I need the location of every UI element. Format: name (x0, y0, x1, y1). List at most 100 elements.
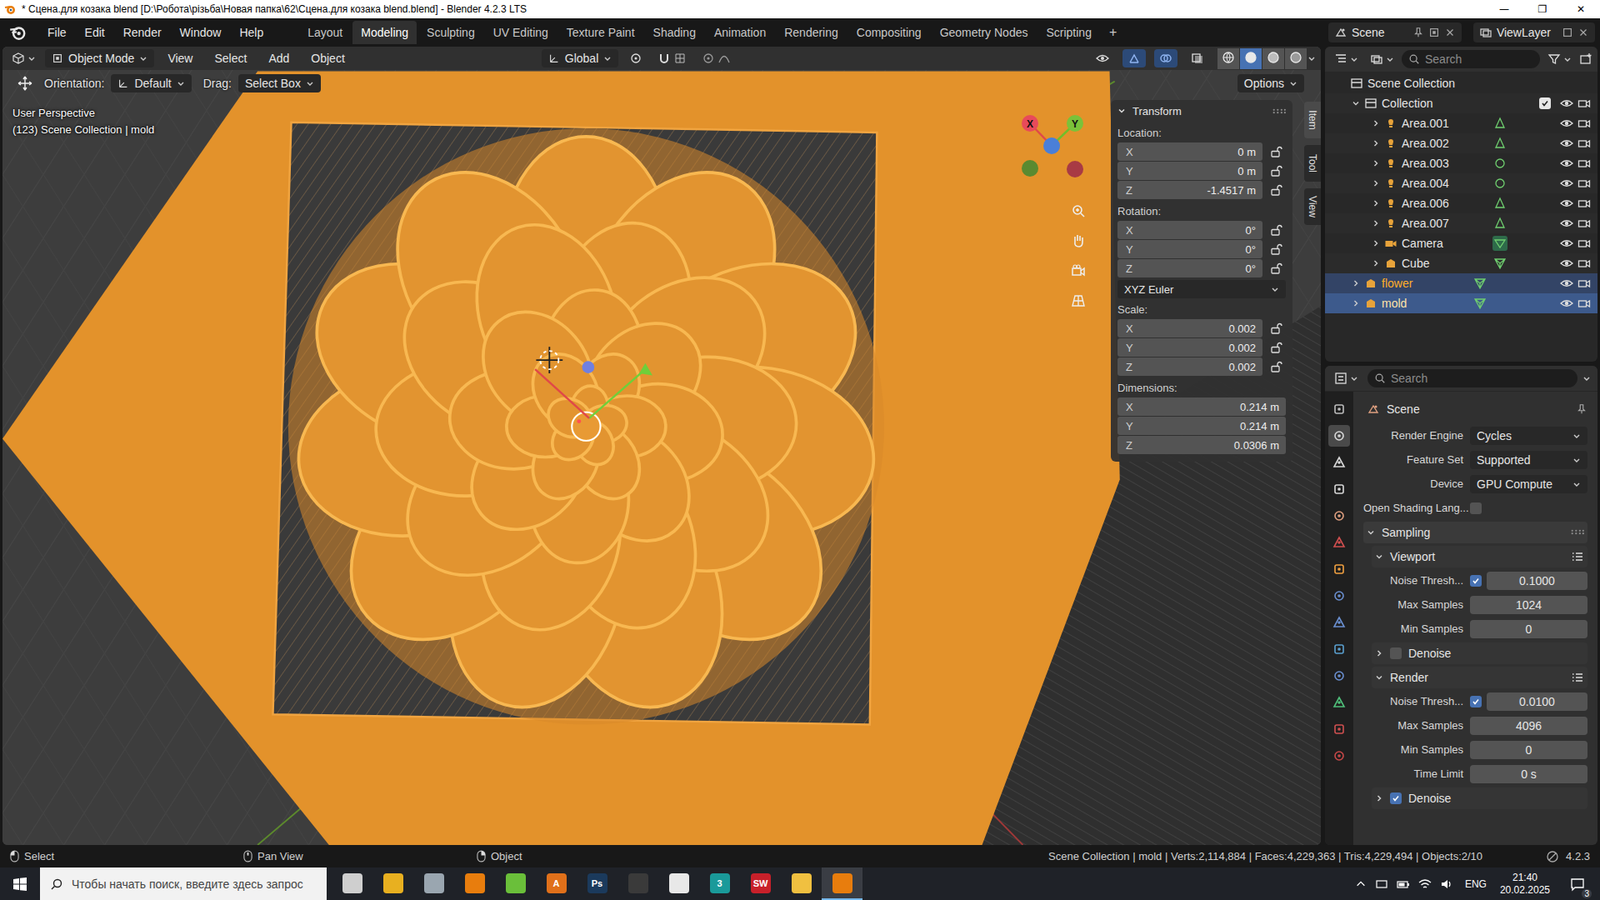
transform-number-field[interactable]: Y0 m (1117, 161, 1263, 180)
object-name[interactable]: Area.001 (1401, 116, 1485, 130)
object-name[interactable]: Area.002 (1401, 136, 1485, 150)
viewport-toggle-button[interactable] (1090, 49, 1115, 68)
eye-icon[interactable] (1560, 156, 1574, 170)
outliner-object-row[interactable]: Camera (1325, 233, 1598, 254)
transform-number-field[interactable]: X0.002 (1117, 319, 1263, 338)
object-data-icon[interactable] (1492, 135, 1508, 151)
panel-header[interactable]: Render (1371, 666, 1588, 689)
property-dropdown[interactable]: Cycles (1470, 426, 1588, 445)
eye-icon[interactable] (1560, 116, 1574, 130)
transform-number-field[interactable]: Y0° (1117, 240, 1263, 259)
dropdown-value[interactable]: GPU Compute (1476, 477, 1553, 491)
eye-icon[interactable] (1560, 136, 1574, 150)
object-data-icon[interactable] (1492, 155, 1508, 171)
sidebar-tab[interactable]: Item (1304, 101, 1321, 139)
unlocked-icon[interactable] (1269, 164, 1283, 178)
taskbar-app[interactable] (780, 867, 822, 900)
taskbar-app[interactable]: SW (740, 867, 781, 900)
property-number-field[interactable]: 4096 (1470, 716, 1588, 735)
property-number-field[interactable]: 0.0100 (1486, 692, 1588, 711)
scene-name[interactable]: Scene (1351, 25, 1409, 40)
drag-value[interactable]: Select Box (245, 76, 301, 90)
orientation-dropdown[interactable]: Default (110, 74, 191, 93)
workspace-tab[interactable]: Scripting (1037, 20, 1100, 45)
search-placeholder[interactable]: Search (1425, 52, 1462, 66)
transform-number-field[interactable]: X0 m (1117, 142, 1263, 161)
taskbar-app[interactable] (658, 867, 700, 900)
field-value[interactable]: 0.002 (1228, 322, 1256, 335)
expand-arrow-icon[interactable] (1371, 219, 1380, 228)
transform-panel-header[interactable]: Transform (1117, 100, 1286, 122)
drag-handle-icon[interactable] (1570, 529, 1585, 535)
presets-icon[interactable] (1570, 550, 1585, 564)
menu-item[interactable]: Edit (77, 22, 113, 43)
workspace-tab[interactable]: Texture Paint (558, 20, 644, 45)
eye-icon[interactable] (1560, 96, 1574, 110)
properties-tab[interactable] (1328, 558, 1350, 580)
object-name[interactable]: Cube (1401, 256, 1485, 270)
taskbar-app[interactable] (454, 867, 495, 900)
property-number-field[interactable]: 0 s (1470, 765, 1588, 784)
orientation-value[interactable]: Default (134, 76, 171, 90)
viewport-menu-item[interactable]: View (159, 49, 201, 68)
field-value[interactable]: 0.002 (1228, 341, 1256, 355)
property-dropdown[interactable]: Supported (1470, 450, 1588, 470)
outliner-object-row[interactable]: Area.003 (1325, 153, 1598, 174)
properties-tab[interactable] (1328, 531, 1350, 554)
start-button[interactable] (0, 867, 40, 900)
zoom-button[interactable] (1065, 198, 1091, 224)
viewport-menu-item[interactable]: Add (260, 49, 298, 68)
workspace-tab[interactable]: Rendering (775, 20, 847, 45)
panel-checkbox[interactable] (1390, 647, 1402, 660)
object-mode-dropdown[interactable]: Object Mode (45, 49, 155, 68)
wifi-icon[interactable] (1418, 877, 1432, 891)
editor-type-button[interactable] (1330, 50, 1363, 69)
new-scene-icon[interactable] (1428, 26, 1440, 39)
sidebar-tab-label[interactable]: View (1306, 195, 1319, 218)
property-number-field[interactable]: 1024 (1470, 595, 1588, 615)
property-checkbox[interactable] (1470, 695, 1482, 708)
drag-dropdown[interactable]: Select Box (238, 74, 321, 93)
render-camera-icon[interactable] (1577, 116, 1591, 130)
object-data-icon[interactable] (1472, 295, 1488, 311)
scene-collection-row[interactable]: Scene Collection (1325, 73, 1598, 94)
new-collection-icon[interactable] (1579, 52, 1593, 66)
window-control-button[interactable]: ❐ (1523, 0, 1562, 19)
panel-title[interactable]: Render (1390, 670, 1429, 685)
taskbar-app[interactable] (821, 867, 863, 900)
shading-mode-button[interactable] (1217, 48, 1240, 70)
transform-number-field[interactable]: Y0.214 m (1117, 416, 1286, 435)
3d-viewport[interactable]: Object ModeViewSelectAddObjectGlobalOrie… (2, 46, 1321, 845)
render-camera-icon[interactable] (1577, 256, 1591, 270)
outliner-object-row[interactable]: Area.001 (1325, 113, 1598, 134)
shading-options-arrow-icon[interactable] (1307, 54, 1316, 63)
object-data-icon[interactable] (1492, 255, 1508, 271)
expand-arrow-icon[interactable] (1371, 119, 1380, 128)
workspace-tab[interactable]: Sculpting (418, 20, 484, 45)
window-control-button[interactable]: — (1485, 0, 1524, 19)
menu-item[interactable]: Render (115, 22, 170, 43)
shading-mode-button[interactable] (1285, 48, 1307, 70)
eye-icon[interactable] (1560, 216, 1574, 230)
filter-button[interactable] (1543, 50, 1576, 69)
eye-icon[interactable] (1560, 176, 1574, 190)
pin-icon[interactable] (1575, 403, 1588, 415)
panel-header[interactable]: Denoise (1371, 787, 1588, 810)
proportional-edit-button[interactable] (697, 49, 735, 68)
expand-arrow-icon[interactable] (1351, 279, 1360, 288)
expand-arrow-icon[interactable] (1371, 239, 1380, 248)
properties-tab[interactable] (1328, 638, 1350, 660)
outliner-object-row[interactable]: mold (1325, 293, 1598, 314)
workspace-tab[interactable]: Shading (645, 20, 705, 45)
expand-arrow-icon[interactable] (1351, 299, 1360, 308)
transform-number-field[interactable]: Z-1.4517 m (1117, 180, 1263, 200)
render-camera-icon[interactable] (1577, 196, 1591, 210)
viewport-toggle-button[interactable] (1185, 49, 1210, 68)
properties-tab[interactable] (1328, 718, 1350, 740)
sidebar-tab-label[interactable]: Tool (1306, 154, 1319, 173)
taskbar-app[interactable] (617, 867, 659, 900)
blender-logo-icon[interactable] (8, 23, 27, 42)
object-data-icon[interactable] (1492, 235, 1508, 251)
new-view-layer-icon[interactable] (1561, 26, 1574, 39)
workspace-tab[interactable]: Animation (705, 20, 775, 45)
